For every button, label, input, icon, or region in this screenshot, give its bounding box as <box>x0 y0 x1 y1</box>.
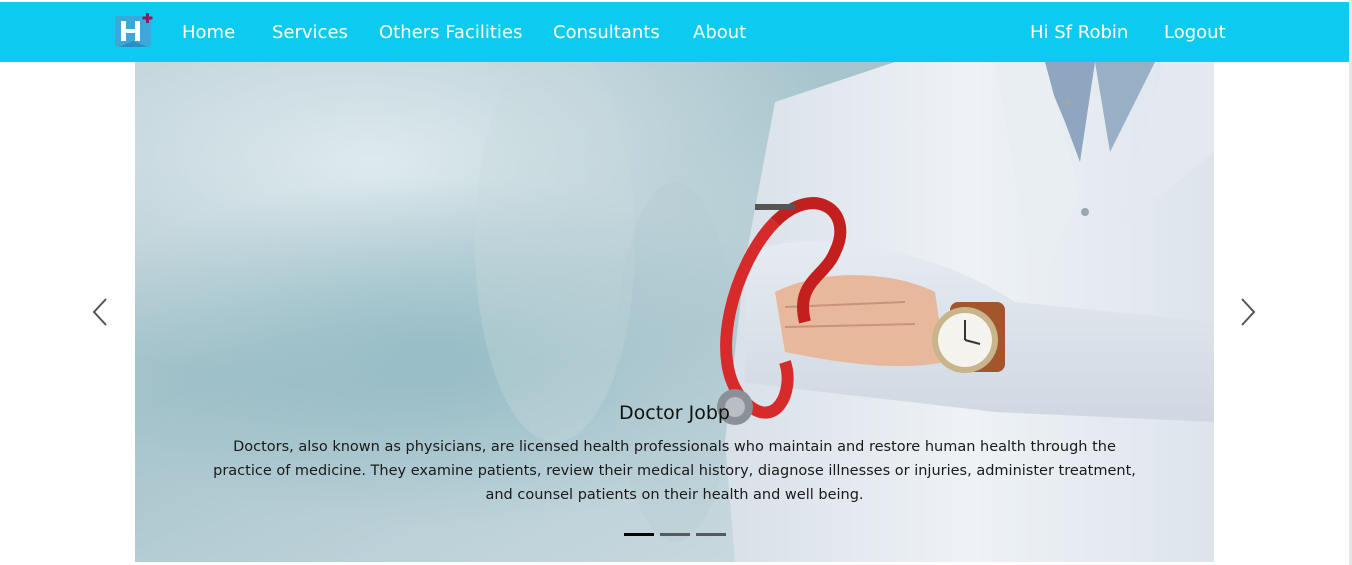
nav-services-link[interactable]: Services <box>272 21 348 45</box>
carousel-indicator-2[interactable] <box>660 533 690 536</box>
logout-link[interactable]: Logout <box>1164 21 1226 45</box>
carousel-indicator-3[interactable] <box>696 533 726 536</box>
carousel-prev-button[interactable] <box>89 296 113 328</box>
hospital-logo-icon[interactable] <box>115 13 155 49</box>
chevron-right-icon <box>1241 298 1256 326</box>
page: Home Services Others Facilities Consulta… <box>0 0 1352 565</box>
nav-consultants-link[interactable]: Consultants <box>553 21 660 45</box>
hero-carousel: Doctor Jobp Doctors, also known as physi… <box>135 62 1214 562</box>
nav-home-link[interactable]: Home <box>182 21 235 45</box>
nav-about-link[interactable]: About <box>693 21 746 45</box>
carousel-indicator-1[interactable] <box>624 533 654 536</box>
top-navbar: Home Services Others Facilities Consulta… <box>0 2 1349 62</box>
slide-caption-text: Doctors, also known as physicians, are l… <box>213 439 1136 503</box>
user-greeting[interactable]: Hi Sf Robin <box>1030 21 1128 45</box>
slide-caption-title: Doctor Jobp <box>619 402 730 424</box>
nav-other-facilities-link[interactable]: Others Facilities <box>379 21 522 45</box>
chevron-left-icon <box>92 298 107 326</box>
carousel-next-button[interactable] <box>1236 296 1260 328</box>
